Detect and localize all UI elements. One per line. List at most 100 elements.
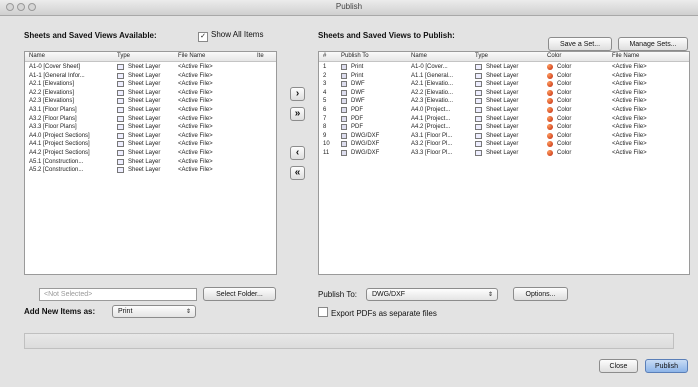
table-row[interactable]: 6 PDF A4.0 [Project... Sheet Layer Color <Act… <box>319 106 689 114</box>
sheet-type: Sheet Layer <box>486 124 519 131</box>
options-button[interactable]: Options... <box>513 287 568 301</box>
publish-list[interactable]: # Publish To Name Type Color File Name 1… <box>318 51 690 275</box>
sheet-name: A4.0 [Project Sections] <box>29 132 90 139</box>
table-row[interactable]: 4 DWF A2.2 [Elevatio... Sheet Layer Color <Ac… <box>319 89 689 97</box>
available-heading: Sheets and Saved Views Available: <box>24 31 157 40</box>
list-item[interactable]: A3.2 [Floor Plans] Sheet Layer <Active Fil… <box>25 115 276 123</box>
sheet-layer-icon <box>117 132 124 139</box>
col-number[interactable]: # <box>323 53 326 59</box>
remove-all-button[interactable]: « <box>290 166 305 180</box>
remove-selected-button[interactable]: ‹ <box>290 146 305 160</box>
publish-format-icon <box>341 132 347 139</box>
publish-format: PDF <box>351 107 363 113</box>
close-button[interactable]: Close <box>599 359 638 373</box>
table-row[interactable]: 2 Print A1.1 [General... Sheet Layer Color <A… <box>319 72 689 80</box>
col-name[interactable]: Name <box>411 53 427 59</box>
row-number: 8 <box>323 124 327 131</box>
table-row[interactable]: 1 Print A1-0 [Cover... Sheet Layer Color <Act… <box>319 63 689 71</box>
sheet-layer-icon <box>117 81 124 88</box>
col-items[interactable]: Ite <box>257 53 264 59</box>
sheet-name: A3.2 [Floor Pl... <box>411 141 453 148</box>
publish-to-select[interactable]: DWG/DXF ⇕ <box>366 288 498 301</box>
file-name: <Active File> <box>178 64 213 70</box>
list-item[interactable]: A1-1 [General Infor... Sheet Layer <Active… <box>25 72 276 80</box>
col-name[interactable]: Name <box>29 53 45 59</box>
publish-format-icon <box>341 98 347 105</box>
row-number: 11 <box>323 150 330 156</box>
list-item[interactable]: A3.3 [Floor Plans] Sheet Layer <Active Fil… <box>25 123 276 131</box>
select-folder-button[interactable]: Select Folder... <box>203 287 276 301</box>
list-item[interactable]: A4.1 [Project Sections] Sheet Layer <Activ… <box>25 140 276 148</box>
sheet-layer-icon <box>117 98 124 105</box>
manage-sets-button[interactable]: Manage Sets... <box>618 37 688 51</box>
sheet-name: A2.3 [Elevations] <box>29 98 75 105</box>
save-set-button[interactable]: Save a Set... <box>548 37 612 51</box>
file-name: <Active File> <box>178 150 213 156</box>
sheet-type: Sheet Layer <box>128 64 161 70</box>
col-file-name[interactable]: File Name <box>612 53 639 59</box>
sheet-type: Sheet Layer <box>486 72 519 79</box>
sheet-type: Sheet Layer <box>486 150 519 156</box>
sheet-name: A3.1 [Floor Pl... <box>411 132 453 139</box>
publish-format-icon <box>341 107 347 113</box>
folder-field[interactable]: <Not Selected> <box>39 288 197 301</box>
list-item[interactable]: A3.1 [Floor Plans] Sheet Layer <Active Fil… <box>25 106 276 114</box>
table-row[interactable]: 8 PDF A4.2 [Project... Sheet Layer Color <Act… <box>319 123 689 131</box>
col-publish-to[interactable]: Publish To <box>341 53 369 59</box>
color-mode: Color <box>557 72 572 79</box>
col-type[interactable]: Type <box>117 53 130 59</box>
color-icon <box>547 89 553 96</box>
col-type[interactable]: Type <box>475 53 488 59</box>
table-row[interactable]: 10 DWG/DXF A3.2 [Floor Pl... Sheet Layer Col… <box>319 140 689 148</box>
file-name: <Active File> <box>612 89 647 96</box>
row-number: 10 <box>323 141 330 148</box>
sheet-name: A5.2 [Construction... <box>29 167 84 174</box>
sheet-name: A1-0 [Cover... <box>411 64 448 70</box>
sheet-layer-icon <box>475 72 482 79</box>
sheet-layer-icon <box>117 158 124 165</box>
add-all-button[interactable]: » <box>290 107 305 121</box>
list-item[interactable]: A4.0 [Project Sections] Sheet Layer <Activ… <box>25 132 276 140</box>
col-file-name[interactable]: File Name <box>178 53 205 59</box>
col-color[interactable]: Color <box>547 53 561 59</box>
to-publish-heading: Sheets and Saved Views to Publish: <box>318 31 455 40</box>
sheet-layer-icon <box>117 167 124 174</box>
list-item[interactable]: A2.2 [Elevations] Sheet Layer <Active File… <box>25 89 276 97</box>
list-item[interactable]: A2.3 [Elevations] Sheet Layer <Active File… <box>25 97 276 105</box>
sheet-layer-icon <box>475 89 482 96</box>
table-row[interactable]: 9 DWG/DXF A3.1 [Floor Pl... Sheet Layer Colo… <box>319 132 689 140</box>
file-name: <Active File> <box>178 141 213 148</box>
sheet-name: A4.2 [Project... <box>411 124 451 131</box>
list-item[interactable]: A4.2 [Project Sections] Sheet Layer <Activ… <box>25 149 276 157</box>
publish-format-icon <box>341 64 347 70</box>
publish-button[interactable]: Publish <box>645 359 688 373</box>
list-item[interactable]: A1-0 [Cover Sheet] Sheet Layer <Active Fil… <box>25 63 276 71</box>
add-new-items-select[interactable]: Print ⇕ <box>112 305 196 318</box>
publish-format-icon <box>341 124 347 131</box>
sheet-type: Sheet Layer <box>128 150 161 156</box>
row-number: 2 <box>323 72 327 79</box>
export-pdfs-checkbox[interactable]: Export PDFs as separate files <box>318 307 437 318</box>
add-new-items-label: Add New Items as: <box>24 307 96 316</box>
sheet-layer-icon <box>475 150 482 156</box>
list-item[interactable]: A5.2 [Construction... Sheet Layer <Active … <box>25 166 276 174</box>
table-row[interactable]: 5 DWF A2.3 [Elevatio... Sheet Layer Color <Ac… <box>319 97 689 105</box>
show-all-checkbox[interactable]: ✓ Show All Items <box>198 30 263 42</box>
list-item[interactable]: A2.1 [Elevations] Sheet Layer <Active File… <box>25 80 276 88</box>
table-row[interactable]: 3 DWF A2.1 [Elevatio... Sheet Layer Color <Ac… <box>319 80 689 88</box>
file-name: <Active File> <box>612 141 647 148</box>
table-row[interactable]: 7 PDF A4.1 [Project... Sheet Layer Color <Act… <box>319 115 689 123</box>
list-item[interactable]: A5.1 [Construction... Sheet Layer <Active … <box>25 158 276 166</box>
add-selected-button[interactable]: › <box>290 87 305 101</box>
row-number: 7 <box>323 115 327 122</box>
publish-format: DWG/DXF <box>351 141 380 148</box>
color-mode: Color <box>557 115 572 122</box>
row-number: 4 <box>323 89 327 96</box>
sheet-type: Sheet Layer <box>128 89 161 96</box>
available-list[interactable]: Name Type File Name Ite A1-0 [Cover Shee… <box>24 51 277 275</box>
file-name: <Active File> <box>178 167 213 174</box>
row-number: 9 <box>323 132 327 139</box>
table-row[interactable]: 11 DWG/DXF A3.3 [Floor Pl... Sheet Layer Col… <box>319 149 689 157</box>
color-icon <box>547 107 553 113</box>
sheet-name: A3.3 [Floor Pl... <box>411 150 453 156</box>
